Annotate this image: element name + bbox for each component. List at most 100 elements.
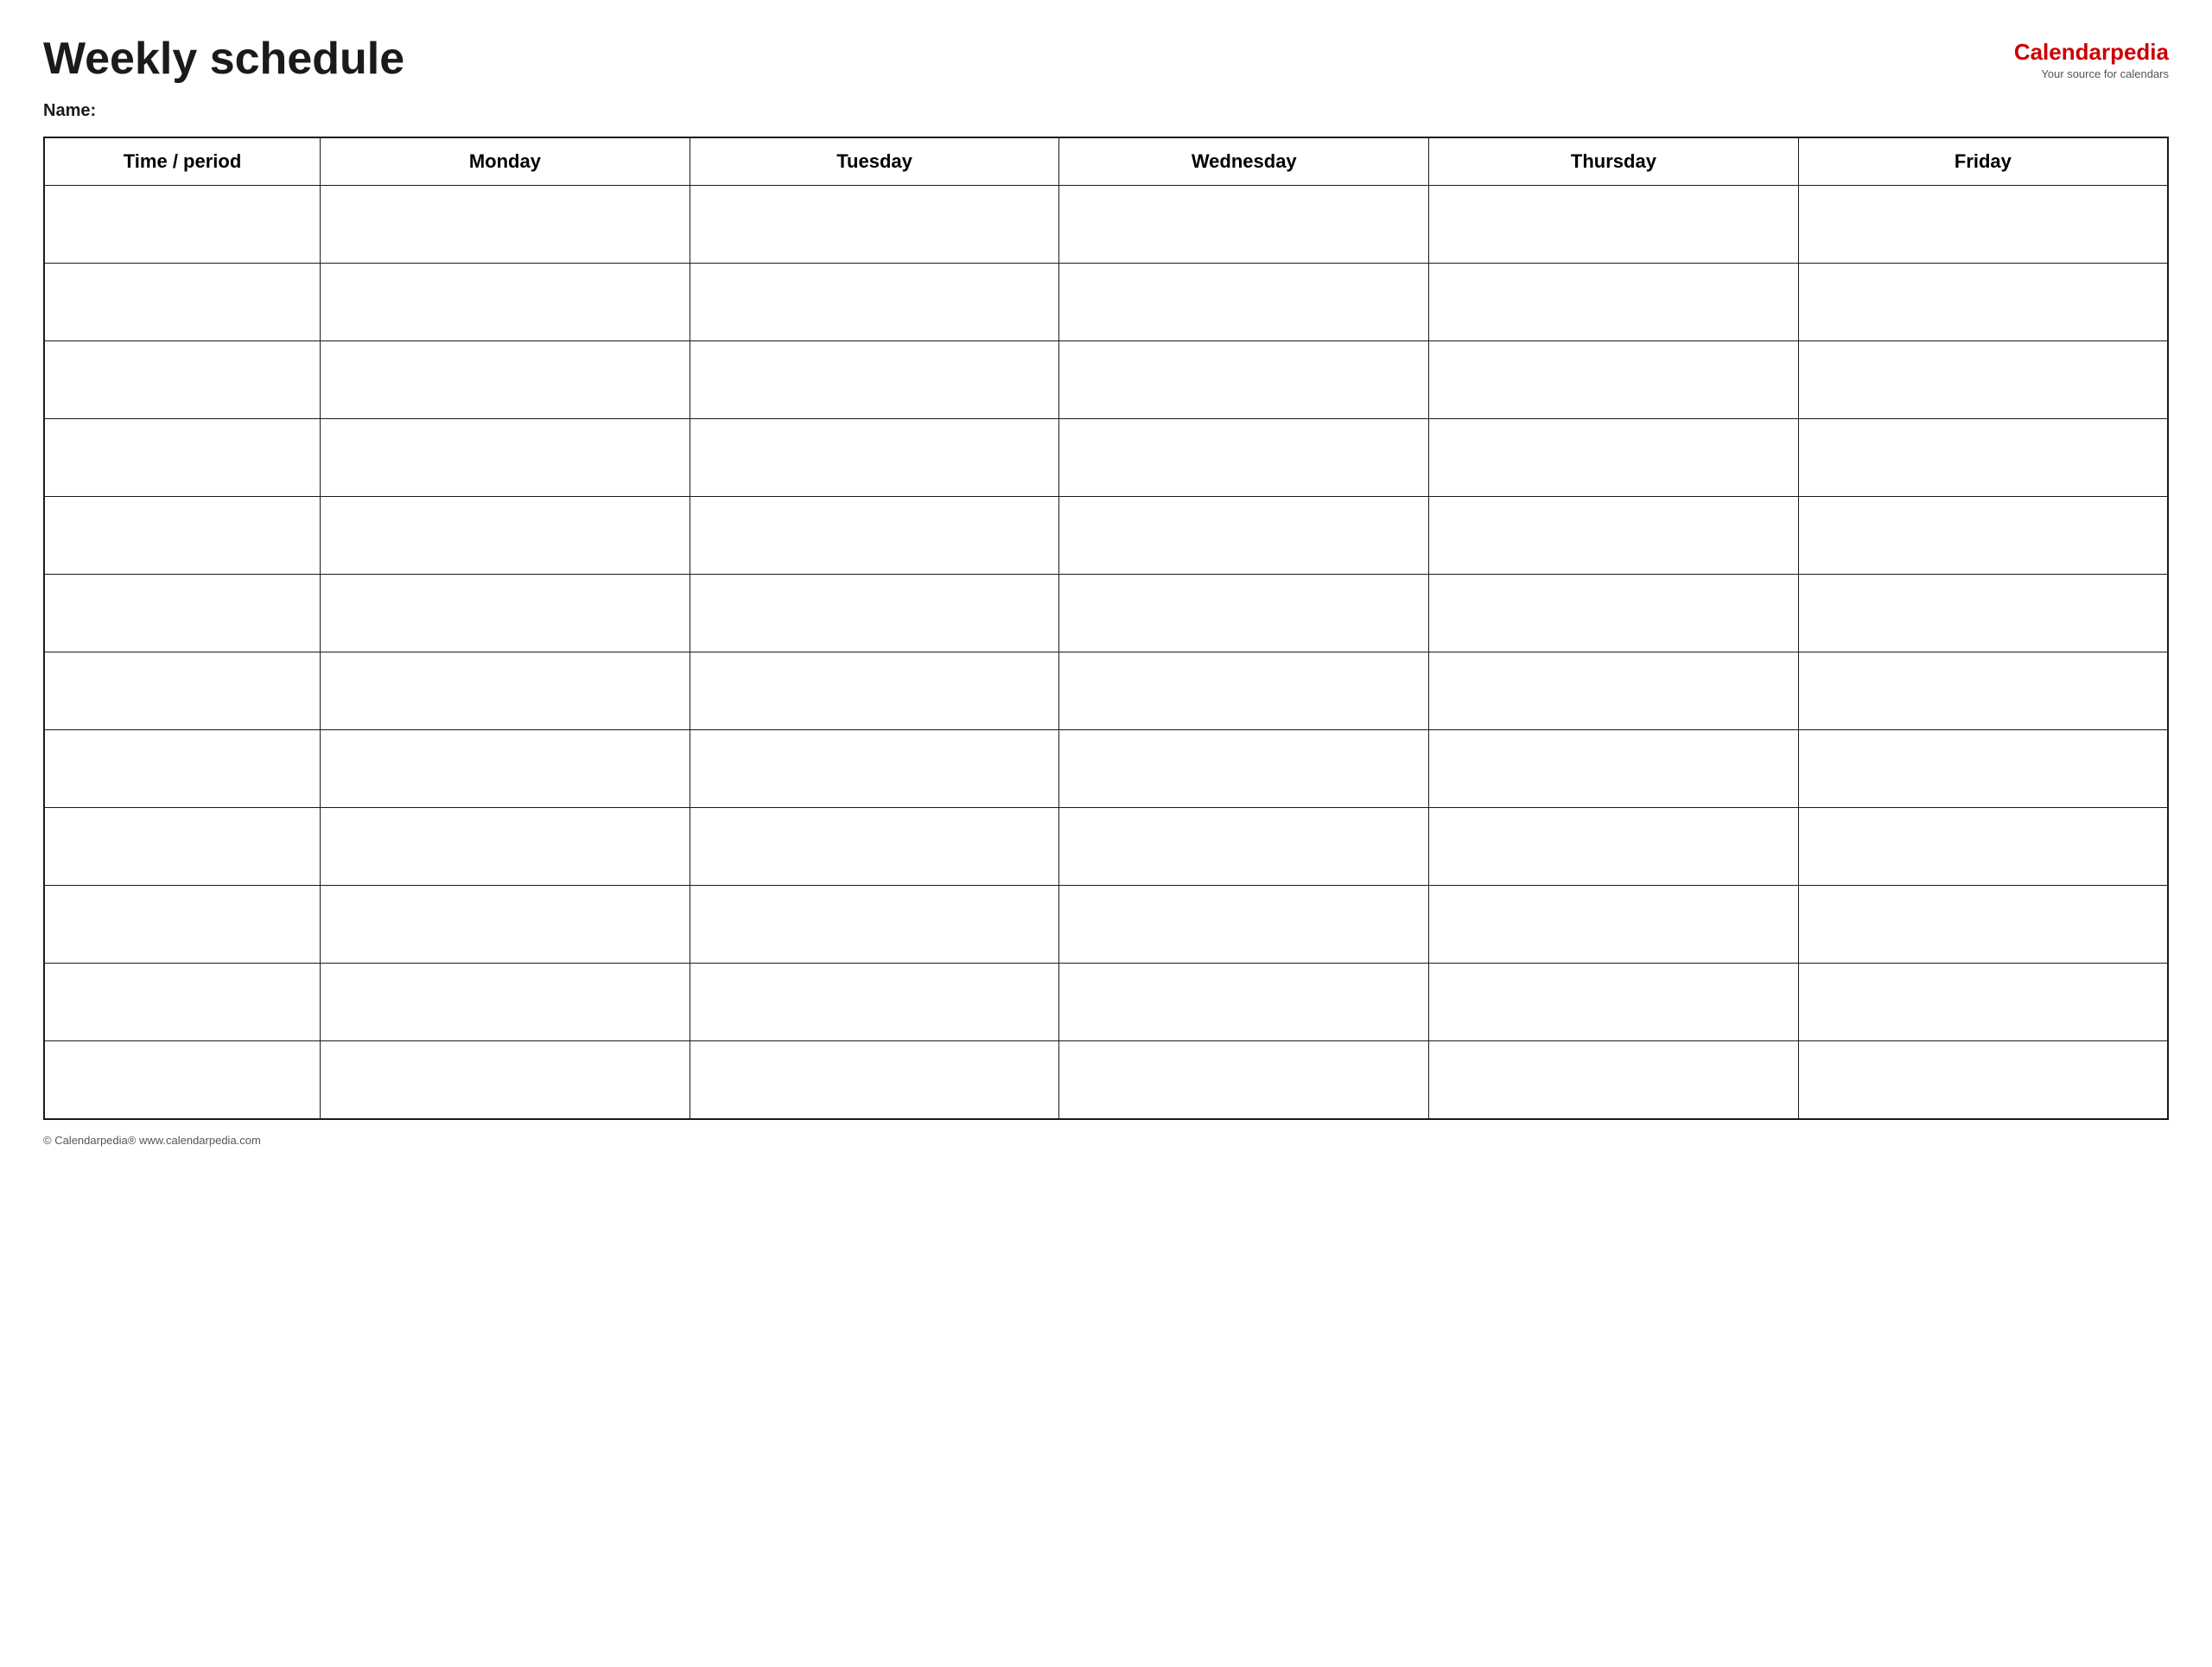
table-cell[interactable] [44, 808, 321, 886]
name-label: Name: [43, 101, 2169, 121]
table-cell[interactable] [1798, 186, 2168, 264]
table-cell[interactable] [44, 186, 321, 264]
table-cell[interactable] [1798, 964, 2168, 1041]
logo-container: Calendarpedia Your source for calendars [2014, 39, 2169, 80]
table-cell[interactable] [1059, 341, 1429, 419]
table-cell[interactable] [1059, 964, 1429, 1041]
page-title: Weekly schedule [43, 35, 404, 84]
table-cell[interactable] [321, 730, 690, 808]
col-header-tuesday: Tuesday [690, 137, 1059, 186]
col-header-monday: Monday [321, 137, 690, 186]
table-cell[interactable] [321, 1041, 690, 1119]
table-cell[interactable] [321, 186, 690, 264]
table-cell[interactable] [44, 419, 321, 497]
table-cell[interactable] [44, 886, 321, 964]
table-cell[interactable] [44, 497, 321, 575]
table-cell[interactable] [44, 341, 321, 419]
table-cell[interactable] [44, 575, 321, 652]
table-row [44, 186, 2168, 264]
table-cell[interactable] [1798, 886, 2168, 964]
table-cell[interactable] [1429, 964, 1799, 1041]
table-cell[interactable] [1429, 808, 1799, 886]
table-cell[interactable] [690, 730, 1059, 808]
table-row [44, 341, 2168, 419]
table-cell[interactable] [321, 652, 690, 730]
table-cell[interactable] [44, 964, 321, 1041]
table-cell[interactable] [690, 186, 1059, 264]
table-cell[interactable] [44, 1041, 321, 1119]
table-cell[interactable] [690, 419, 1059, 497]
table-cell[interactable] [321, 419, 690, 497]
table-cell[interactable] [44, 264, 321, 341]
table-cell[interactable] [1798, 341, 2168, 419]
table-cell[interactable] [1429, 497, 1799, 575]
table-cell[interactable] [1059, 730, 1429, 808]
footer-text: © Calendarpedia® www.calendarpedia.com [43, 1134, 261, 1147]
table-row [44, 886, 2168, 964]
table-cell[interactable] [1798, 808, 2168, 886]
col-header-thursday: Thursday [1429, 137, 1799, 186]
table-cell[interactable] [321, 497, 690, 575]
table-cell[interactable] [1429, 341, 1799, 419]
table-cell[interactable] [1429, 886, 1799, 964]
table-cell[interactable] [1798, 264, 2168, 341]
table-cell[interactable] [1059, 186, 1429, 264]
footer: © Calendarpedia® www.calendarpedia.com [43, 1134, 2169, 1147]
logo: Calendarpedia [2014, 39, 2169, 66]
table-cell[interactable] [690, 497, 1059, 575]
table-cell[interactable] [1429, 652, 1799, 730]
table-cell[interactable] [321, 264, 690, 341]
schedule-table: Time / period Monday Tuesday Wednesday T… [43, 137, 2169, 1120]
logo-subtitle: Your source for calendars [2014, 67, 2169, 80]
table-row [44, 652, 2168, 730]
table-cell[interactable] [690, 964, 1059, 1041]
table-cell[interactable] [321, 964, 690, 1041]
logo-pedia: pedia [2110, 39, 2169, 65]
table-cell[interactable] [1798, 1041, 2168, 1119]
table-cell[interactable] [1429, 186, 1799, 264]
table-row [44, 730, 2168, 808]
table-cell[interactable] [321, 341, 690, 419]
table-cell[interactable] [1429, 575, 1799, 652]
table-cell[interactable] [1059, 886, 1429, 964]
table-cell[interactable] [1059, 575, 1429, 652]
table-cell[interactable] [1429, 419, 1799, 497]
logo-calendar: Calendar [2014, 39, 2110, 65]
table-cell[interactable] [321, 575, 690, 652]
table-row [44, 419, 2168, 497]
table-header-row: Time / period Monday Tuesday Wednesday T… [44, 137, 2168, 186]
table-cell[interactable] [44, 652, 321, 730]
table-cell[interactable] [44, 730, 321, 808]
col-header-wednesday: Wednesday [1059, 137, 1429, 186]
col-header-friday: Friday [1798, 137, 2168, 186]
page-header: Weekly schedule Calendarpedia Your sourc… [43, 35, 2169, 84]
table-cell[interactable] [1059, 652, 1429, 730]
table-cell[interactable] [690, 341, 1059, 419]
table-cell[interactable] [1798, 575, 2168, 652]
table-row [44, 497, 2168, 575]
table-cell[interactable] [1059, 1041, 1429, 1119]
table-cell[interactable] [321, 886, 690, 964]
col-header-time: Time / period [44, 137, 321, 186]
table-row [44, 808, 2168, 886]
table-cell[interactable] [1798, 730, 2168, 808]
table-row [44, 264, 2168, 341]
table-cell[interactable] [1059, 264, 1429, 341]
table-cell[interactable] [1059, 419, 1429, 497]
table-cell[interactable] [690, 886, 1059, 964]
table-cell[interactable] [690, 1041, 1059, 1119]
table-cell[interactable] [1059, 497, 1429, 575]
table-cell[interactable] [1798, 652, 2168, 730]
table-cell[interactable] [1798, 419, 2168, 497]
table-cell[interactable] [1429, 264, 1799, 341]
table-cell[interactable] [690, 575, 1059, 652]
table-cell[interactable] [1429, 730, 1799, 808]
table-cell[interactable] [1059, 808, 1429, 886]
table-cell[interactable] [1429, 1041, 1799, 1119]
table-cell[interactable] [690, 652, 1059, 730]
table-cell[interactable] [321, 808, 690, 886]
table-cell[interactable] [1798, 497, 2168, 575]
table-row [44, 964, 2168, 1041]
table-cell[interactable] [690, 808, 1059, 886]
table-cell[interactable] [690, 264, 1059, 341]
